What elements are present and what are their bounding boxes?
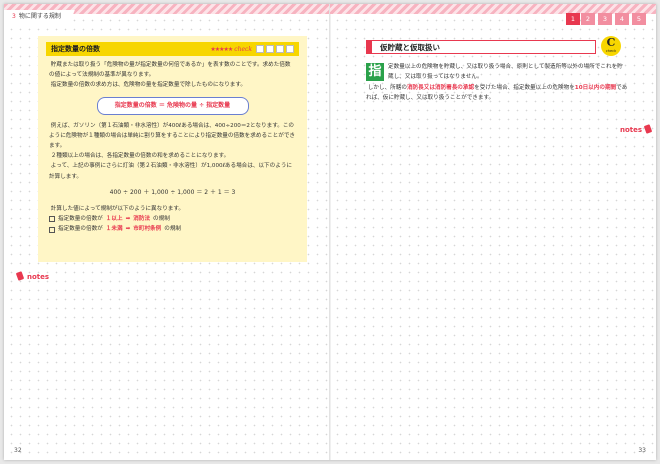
section-title: 仮貯蔵と仮取扱い	[380, 42, 440, 52]
bullet-2-condition: １未満	[105, 226, 123, 233]
approval-authority: 消防長又は消防署長の承認	[406, 84, 475, 91]
chapter-tab: 3 物に関する規制	[4, 10, 75, 24]
box-header: 指定数量の倍数 ★★★★★ check	[46, 42, 299, 56]
section-tabs: 1 2 3 4 5	[566, 13, 646, 25]
right-page: 1 2 3 4 5 仮貯蔵と仮取扱い C check 指 定数量以上の危険物を貯…	[330, 4, 656, 460]
bullet-1-law: 消防法	[133, 216, 151, 223]
check-area: ★★★★★ check	[210, 45, 294, 53]
check-badge-letter: C	[606, 36, 616, 49]
checkbox-2[interactable]	[266, 45, 274, 53]
body-text-2c: を受けた場合、指定数量以上の危険物を	[474, 84, 575, 91]
notes-heading-left: notes	[16, 272, 49, 281]
bullet-2-suffix: の規制	[164, 226, 182, 233]
arrow-right-icon: ➡	[125, 226, 131, 233]
bullet-1-text: 指定数量の倍数が	[58, 216, 103, 223]
checkbox-4[interactable]	[286, 45, 294, 53]
paragraph-1: 貯蔵または取り扱う「危険物の量が指定数量の何倍であるか」を表す数のことです。求め…	[49, 62, 291, 79]
drop-cap: 指	[366, 63, 384, 81]
bullet-item-2: 指定数量の倍数が １未満 ➡ 市町村条例 の規制	[49, 224, 296, 234]
square-bullet-icon	[49, 216, 55, 223]
key-point-box: 指定数量の倍数 ★★★★★ check 貯蔵または取り扱う「危険物の量が指定数量…	[38, 36, 307, 262]
tab-5[interactable]: 5	[632, 13, 646, 25]
formula-box: 指定数量の倍数 ＝ 危険物の量 ÷ 指定数量	[96, 96, 249, 115]
page-number-right: 33	[638, 447, 646, 454]
paragraph-3: 例えば、ガソリン（第１石油類・非水溶性）が400ℓある場合は、400÷200＝2…	[49, 122, 296, 150]
bullet-1-suffix: の規制	[153, 216, 170, 223]
chapter-title: 物に関する規制	[18, 13, 61, 20]
paragraph-6: 計算した値によって規制が以下のように異なります。	[50, 206, 185, 213]
notes-heading-right: notes	[620, 125, 655, 134]
book-spread: 3 物に関する規制 指定数量の倍数 ★★★★★ check 貯蔵または取り扱う「危…	[4, 4, 656, 460]
arrow-right-icon: ➡	[125, 216, 131, 223]
body-text-2a: しかし、所轄の	[367, 84, 407, 91]
paragraph-4: ２種類以上の場合は、各指定数量の倍数の和を求めることになります。	[50, 153, 230, 160]
check-label: check	[234, 45, 252, 53]
bullet-item-1: 指定数量の倍数が １以上 ➡ 消防法 の規制	[49, 214, 296, 224]
rating-stars: ★★★★★	[210, 45, 233, 53]
bullet-2-text: 指定数量の倍数が	[58, 226, 103, 233]
tab-1[interactable]: 1	[566, 13, 580, 25]
box-body: 貯蔵または取り扱う「危険物の量が指定数量の何倍であるか」を表す数のことです。求め…	[38, 56, 307, 235]
tab-4[interactable]: 4	[615, 13, 629, 25]
checkbox-3[interactable]	[276, 45, 284, 53]
calculation: 400 ÷ 200 ＋ 1,000 ÷ 1,000 ＝ 2 ＋ 1 ＝ 3	[109, 188, 236, 196]
notes-label: notes	[27, 273, 50, 281]
square-bullet-icon	[49, 226, 55, 233]
notes-label: notes	[620, 126, 643, 134]
tab-3[interactable]: 3	[598, 13, 612, 25]
left-page: 3 物に関する規制 指定数量の倍数 ★★★★★ check 貯蔵または取り扱う「危…	[4, 4, 330, 460]
body-text-1: 定数量以上の危険物を貯蔵し、又は取り扱う場合、原則として製造所等以外の場所でこれ…	[388, 64, 623, 81]
box-title: 指定数量の倍数	[51, 45, 100, 53]
paragraph-2: 指定数量の倍数の求め方は、危険物の量を指定数量で除したものになります。	[50, 82, 247, 89]
check-badge-word: check	[605, 49, 617, 53]
bullet-1-condition: １以上	[105, 216, 123, 223]
paragraph-5: よって、上記の事例にさらに灯油（第２石油類・非水溶性）が1,000ℓある場合は、…	[49, 163, 293, 180]
pencil-icon	[644, 125, 653, 134]
pencil-icon	[16, 272, 25, 281]
checkbox-1[interactable]	[256, 45, 264, 53]
section-body: 指 定数量以上の危険物を貯蔵し、又は取り扱う場合、原則として製造所等以外の場所で…	[366, 62, 628, 103]
bullet-2-law: 市町村条例	[133, 226, 162, 233]
section-heading: 仮貯蔵と仮取扱い	[366, 40, 596, 54]
tab-2[interactable]: 2	[581, 13, 595, 25]
period-limit: 10日以内の期間	[574, 84, 617, 91]
check-badge: C check	[601, 36, 621, 56]
page-number-left: 32	[14, 447, 22, 454]
chapter-number: 3	[12, 13, 16, 20]
